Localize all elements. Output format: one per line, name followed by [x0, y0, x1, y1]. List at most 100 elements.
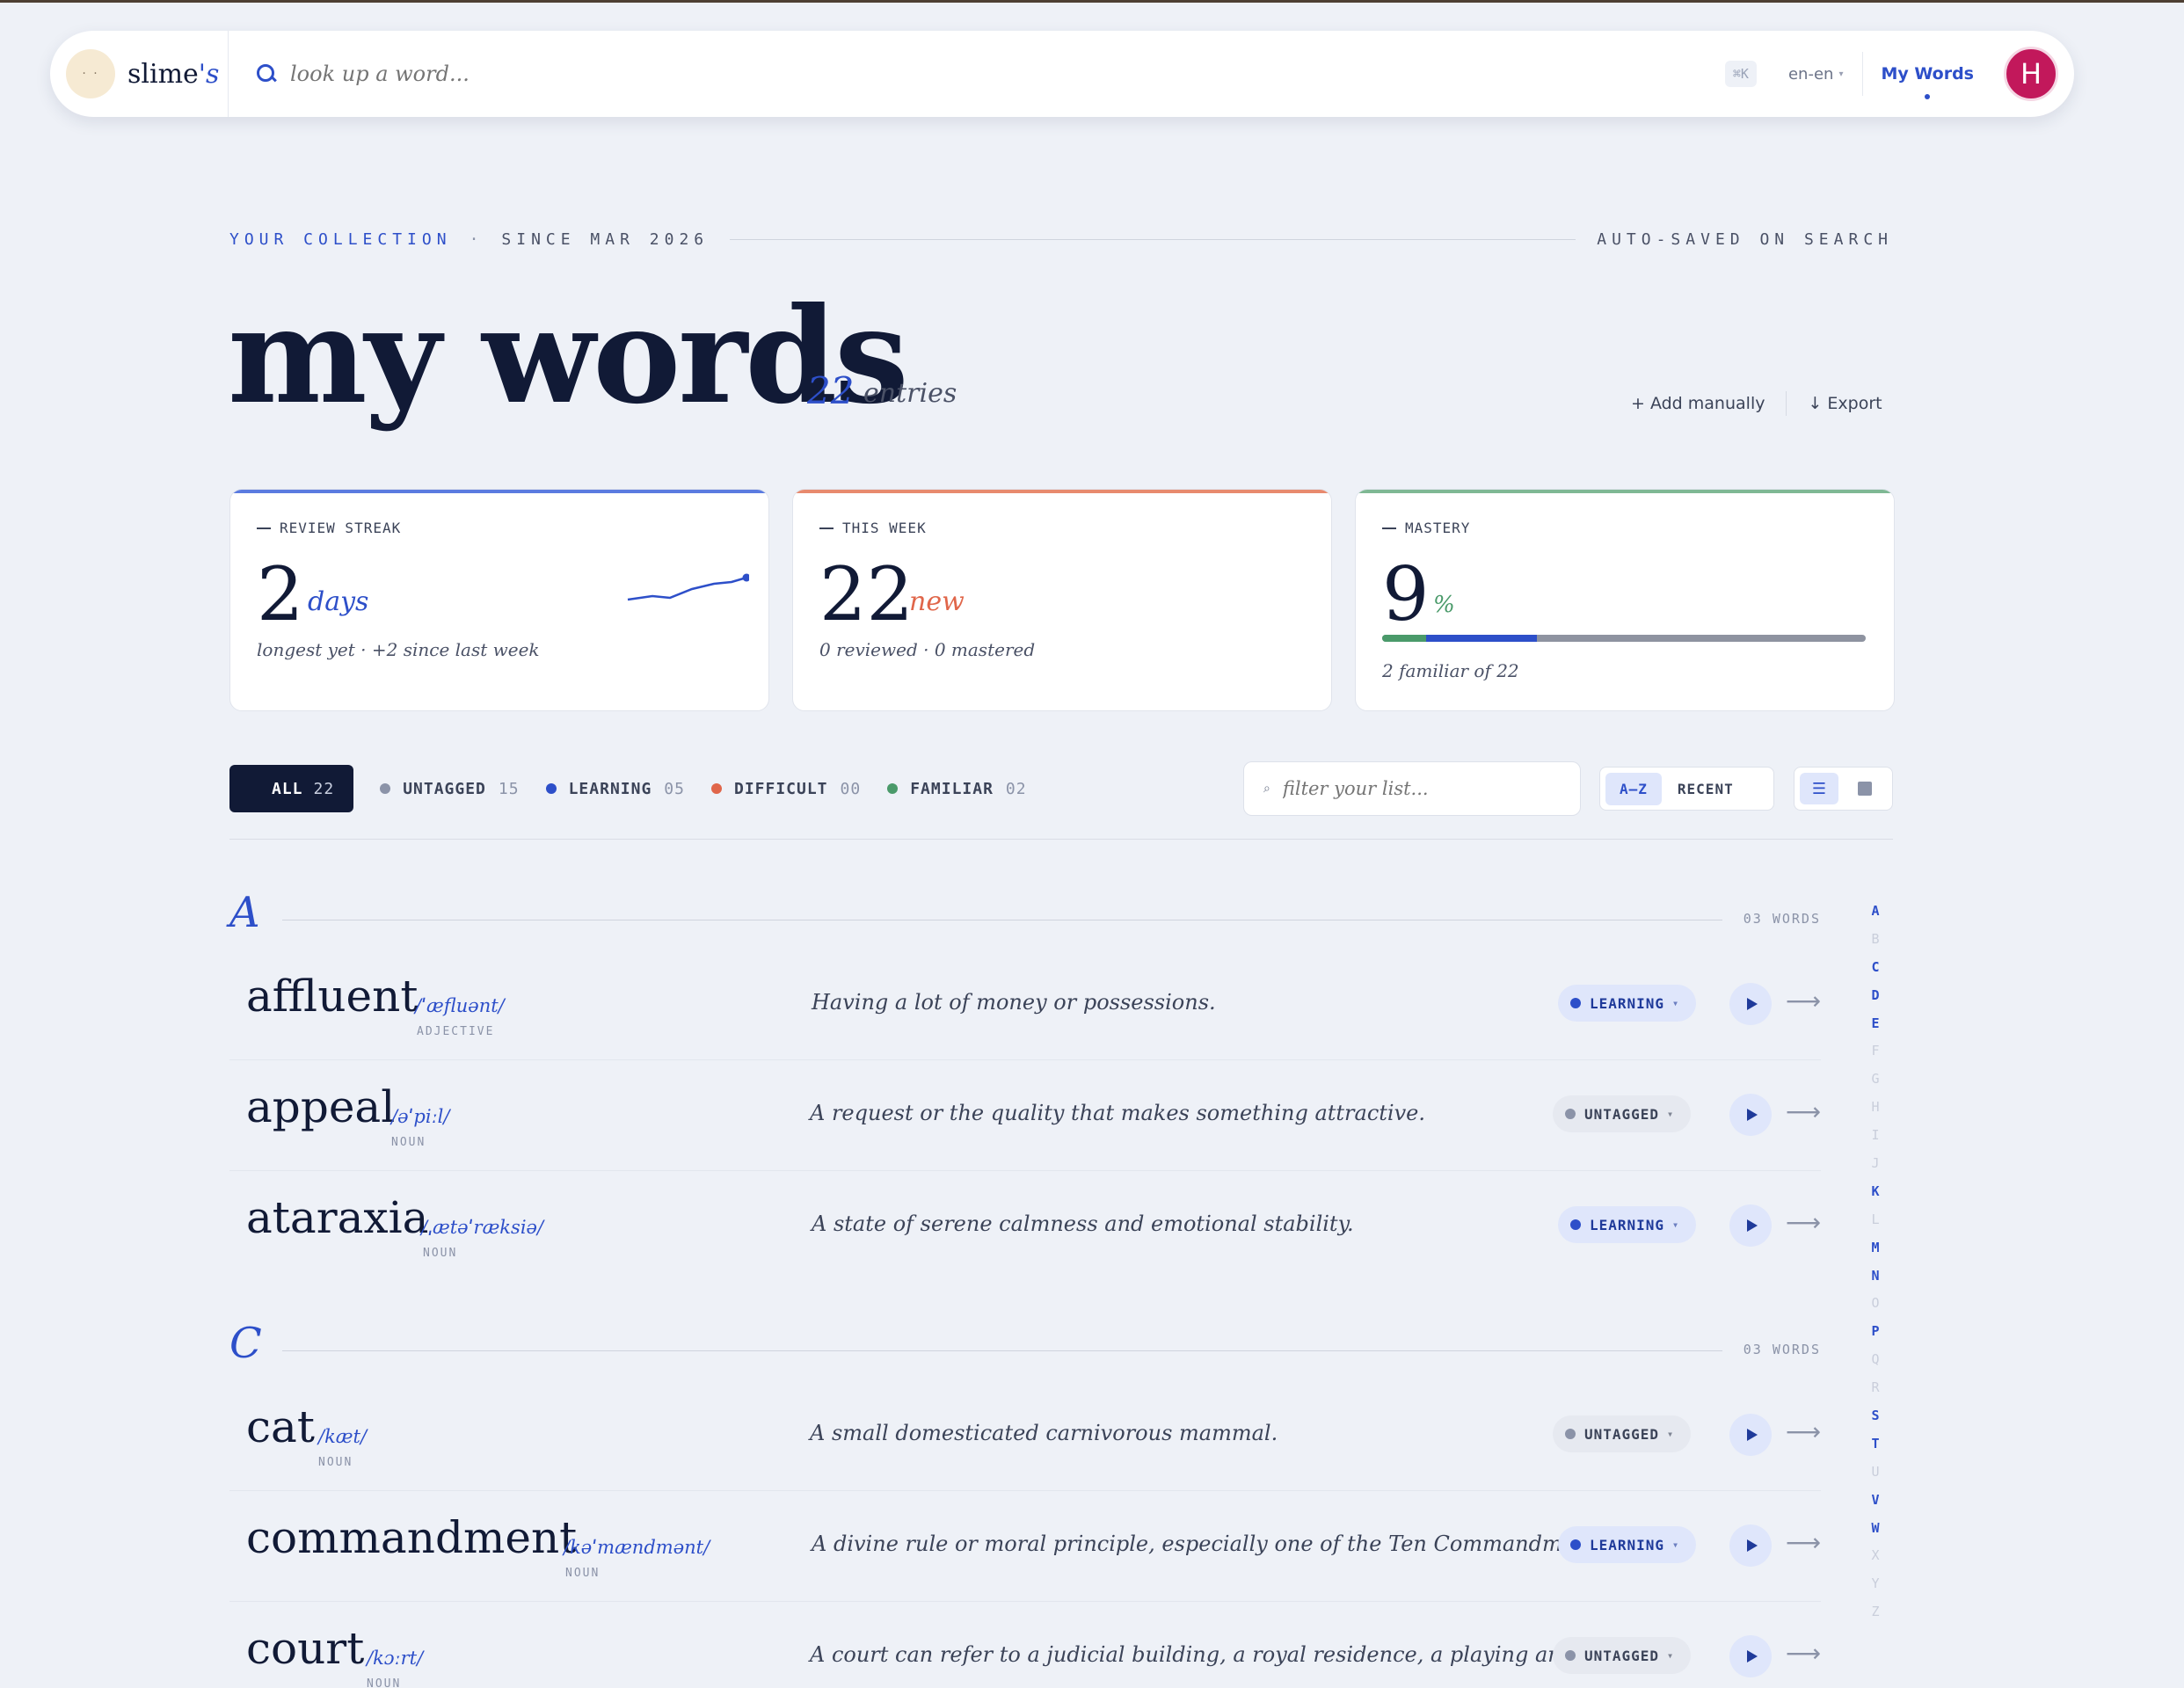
play-audio-button[interactable] — [1729, 1204, 1772, 1247]
arrow-right-icon[interactable]: ⟶ — [1786, 1097, 1821, 1126]
brand[interactable]: · · slime's — [50, 31, 229, 117]
filter-familiar[interactable]: FAMILIAR 02 — [887, 780, 1026, 798]
word-headword[interactable]: appeal — [246, 1081, 395, 1132]
grid-view-icon[interactable] — [1845, 773, 1884, 804]
collection-meta: YOUR COLLECTION · SINCE MAR 2026 AUTO-SA… — [229, 230, 1893, 249]
untagged-dot-icon — [1565, 1650, 1576, 1661]
alphabet-letter-d[interactable]: D — [1871, 981, 1879, 1009]
tag-filters: ALL 22 UNTAGGED 15 LEARNING 05 DIFFICULT 00 … — [229, 765, 1027, 812]
chevron-down-icon: ▼ — [1668, 1430, 1673, 1438]
word-tag-badge[interactable]: LEARNING ▼ — [1558, 1526, 1696, 1563]
nav-my-words[interactable]: My Words — [1863, 64, 2004, 99]
alphabet-letter-p[interactable]: P — [1871, 1317, 1879, 1345]
play-audio-button[interactable] — [1729, 1094, 1772, 1136]
section-letter: A — [229, 888, 260, 937]
avatar[interactable]: H — [2004, 47, 2058, 101]
play-audio-button[interactable] — [1729, 1635, 1772, 1677]
word-headword[interactable]: affluent — [246, 971, 418, 1022]
alphabet-letter-j: J — [1871, 1155, 1880, 1172]
word-tag-badge[interactable]: LEARNING ▼ — [1558, 1206, 1696, 1243]
filter-untagged[interactable]: UNTAGGED 15 — [380, 780, 519, 798]
alphabet-letter-m[interactable]: M — [1871, 1233, 1879, 1262]
alphabet-letter-k[interactable]: K — [1871, 1177, 1879, 1205]
word-row[interactable]: ataraxia /ˌætəˈræksiə/ NOUN A state of s… — [229, 1171, 1821, 1282]
chevron-down-icon: ▼ — [1668, 1110, 1673, 1118]
stat-note: 2 familiar of 22 — [1382, 660, 1519, 681]
arrow-right-icon[interactable]: ⟶ — [1786, 986, 1821, 1015]
stat-card-week: THIS WEEK 22 new 0 reviewed · 0 mastered — [792, 489, 1332, 711]
add-manually-button[interactable]: + Add manually — [1631, 394, 1765, 413]
list-view-icon[interactable]: ☰ — [1800, 773, 1838, 804]
learning-dot-icon — [1570, 1539, 1581, 1550]
filter-count: 22 — [313, 779, 335, 798]
collection-since: SINCE MAR 2026 — [501, 230, 710, 249]
sort-az-button[interactable]: A–Z — [1605, 772, 1662, 805]
word-headword[interactable]: court — [246, 1623, 364, 1674]
word-tag-badge[interactable]: LEARNING ▼ — [1558, 985, 1696, 1022]
language-selector[interactable]: en-en ▾ — [1788, 52, 1864, 96]
word-row[interactable]: commandment /kəˈmændmənt/ NOUN A divine … — [229, 1491, 1821, 1602]
filter-count: 05 — [664, 779, 685, 798]
alphabet-letter-e[interactable]: E — [1871, 1009, 1879, 1037]
word-tag-badge[interactable]: UNTAGGED ▼ — [1553, 1637, 1691, 1674]
alphabet-index: ABCDEFGHIJKLMNOPQRSTUVWXYZ — [1867, 897, 1883, 1626]
filter-label: DIFFICULT — [733, 779, 828, 798]
word-headword[interactable]: commandment — [246, 1512, 577, 1563]
word-row[interactable]: court /kɔːrt/ NOUN A court can refer to … — [229, 1602, 1821, 1688]
arrow-right-icon[interactable]: ⟶ — [1786, 1417, 1821, 1446]
chevron-down-icon: ▼ — [1668, 1651, 1673, 1660]
entry-count: 22 — [807, 369, 855, 412]
alphabet-letter-s[interactable]: S — [1871, 1401, 1879, 1430]
word-headword[interactable]: ataraxia — [246, 1192, 428, 1243]
word-headword[interactable]: cat — [246, 1401, 315, 1452]
tag-label: LEARNING — [1590, 1216, 1665, 1233]
word-part-of-speech: NOUN — [423, 1247, 458, 1260]
untagged-dot-icon — [380, 783, 391, 794]
arrow-right-icon[interactable]: ⟶ — [1786, 1208, 1821, 1237]
filter-all[interactable]: ALL 22 — [229, 765, 354, 812]
play-audio-button[interactable] — [1729, 1524, 1772, 1567]
export-button[interactable]: ↓ Export — [1808, 394, 1882, 413]
word-pronunciation: /ˈæfluənt/ — [415, 995, 505, 1016]
filter-count: 15 — [498, 779, 520, 798]
view-toggle: ☰ — [1794, 767, 1893, 811]
stat-label: THIS WEEK — [819, 520, 927, 536]
play-audio-button[interactable] — [1729, 983, 1772, 1025]
untagged-dot-icon — [1565, 1109, 1576, 1119]
sort-recent-button[interactable]: RECENT — [1662, 773, 1750, 805]
word-part-of-speech: NOUN — [391, 1136, 426, 1149]
alphabet-letter-n[interactable]: N — [1871, 1262, 1879, 1290]
filter-difficult[interactable]: DIFFICULT 00 — [710, 779, 861, 798]
learning-dot-icon — [1570, 1219, 1581, 1230]
word-tag-badge[interactable]: UNTAGGED ▼ — [1553, 1095, 1691, 1132]
tag-label: LEARNING — [1590, 1536, 1665, 1553]
alphabet-letter-u: U — [1871, 1463, 1880, 1480]
play-audio-button[interactable] — [1729, 1414, 1772, 1456]
search-input[interactable] — [290, 62, 1697, 86]
filter-list-field: ⌕ — [1243, 761, 1581, 816]
word-row[interactable]: appeal /əˈpiːl/ NOUN A request or the qu… — [229, 1060, 1821, 1171]
autosave-note: AUTO-SAVED ON SEARCH — [1597, 230, 1893, 249]
word-row[interactable]: affluent /ˈæfluənt/ ADJECTIVE Having a l… — [229, 950, 1821, 1060]
alphabet-letter-z: Z — [1871, 1604, 1880, 1620]
word-part-of-speech: NOUN — [367, 1677, 402, 1688]
alphabet-letter-a[interactable]: A — [1871, 897, 1879, 925]
filter-list-input[interactable] — [1282, 778, 1564, 799]
filter-learning[interactable]: LEARNING 05 — [545, 779, 685, 798]
stat-card-streak: REVIEW STREAK 2 days longest yet · +2 si… — [229, 489, 769, 711]
top-accent-line — [0, 0, 2184, 3]
word-tag-badge[interactable]: UNTAGGED ▼ — [1553, 1415, 1691, 1452]
arrow-right-icon[interactable]: ⟶ — [1786, 1639, 1821, 1668]
alphabet-letter-t[interactable]: T — [1871, 1430, 1879, 1458]
alphabet-letter-v[interactable]: V — [1871, 1486, 1879, 1514]
stat-unit: % — [1433, 592, 1455, 618]
stat-label: REVIEW STREAK — [257, 520, 401, 536]
alphabet-letter-y: Y — [1871, 1575, 1880, 1592]
card-accent-bar — [793, 490, 1331, 493]
word-pronunciation: /əˈpiːl/ — [391, 1106, 450, 1127]
word-row[interactable]: cat /kæt/ NOUN A small domesticated carn… — [229, 1380, 1821, 1491]
arrow-right-icon[interactable]: ⟶ — [1786, 1528, 1821, 1557]
slime-logo-icon: · · — [66, 49, 115, 98]
alphabet-letter-w[interactable]: W — [1871, 1514, 1879, 1542]
alphabet-letter-c[interactable]: C — [1871, 953, 1879, 981]
